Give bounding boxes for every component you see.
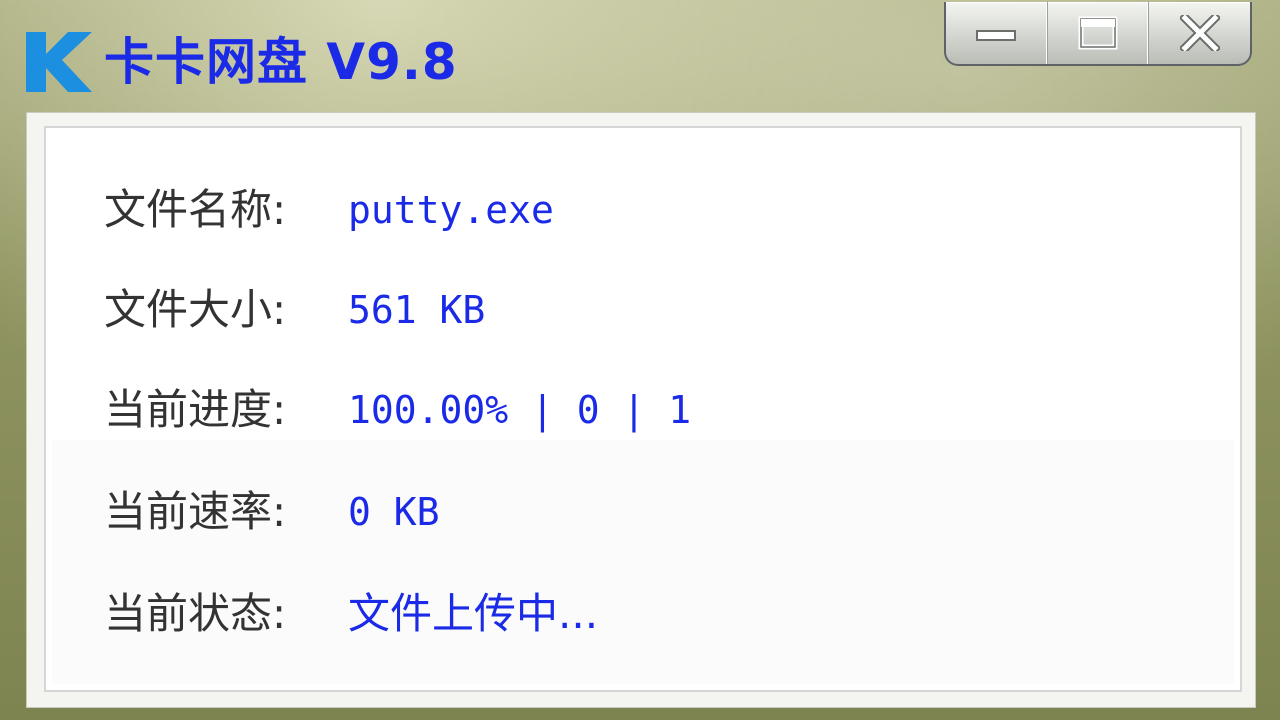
close-icon: [1179, 15, 1220, 51]
window-controls: [944, 2, 1252, 66]
file-name-label: 文件名称:: [104, 185, 287, 234]
close-button[interactable]: [1149, 2, 1250, 64]
file-name-row: 文件名称: putty.exe: [104, 180, 554, 240]
speed-value: 0 KB: [348, 490, 440, 534]
speed-label: 当前速率:: [104, 487, 287, 536]
file-size-row: 文件大小: 561 KB: [104, 280, 485, 340]
progress-row: 当前进度: 100.00% | 0 | 1: [104, 380, 691, 440]
file-size-value: 561 KB: [348, 288, 486, 332]
file-size-label: 文件大小:: [104, 285, 287, 334]
k-logo-icon: [26, 32, 92, 92]
status-label: 当前状态:: [104, 589, 287, 638]
app-window: 卡卡网盘 V9.8 文件名称: putty.exe 文件大小: 561 KB 当…: [0, 0, 1280, 720]
progress-value: 100.00% | 0 | 1: [348, 388, 692, 432]
minimize-icon: [976, 30, 1017, 41]
window-title: 卡卡网盘 V9.8: [104, 33, 458, 91]
minimize-button[interactable]: [946, 2, 1048, 64]
progress-label: 当前进度:: [104, 385, 287, 434]
info-panel-lower: [52, 440, 1234, 684]
status-row: 当前状态: 文件上传中...: [104, 584, 598, 644]
file-name-value: putty.exe: [348, 188, 554, 232]
status-value: 文件上传中...: [348, 589, 599, 638]
speed-row: 当前速率: 0 KB: [104, 482, 440, 542]
maximize-icon: [1078, 16, 1118, 50]
maximize-button[interactable]: [1048, 2, 1150, 64]
